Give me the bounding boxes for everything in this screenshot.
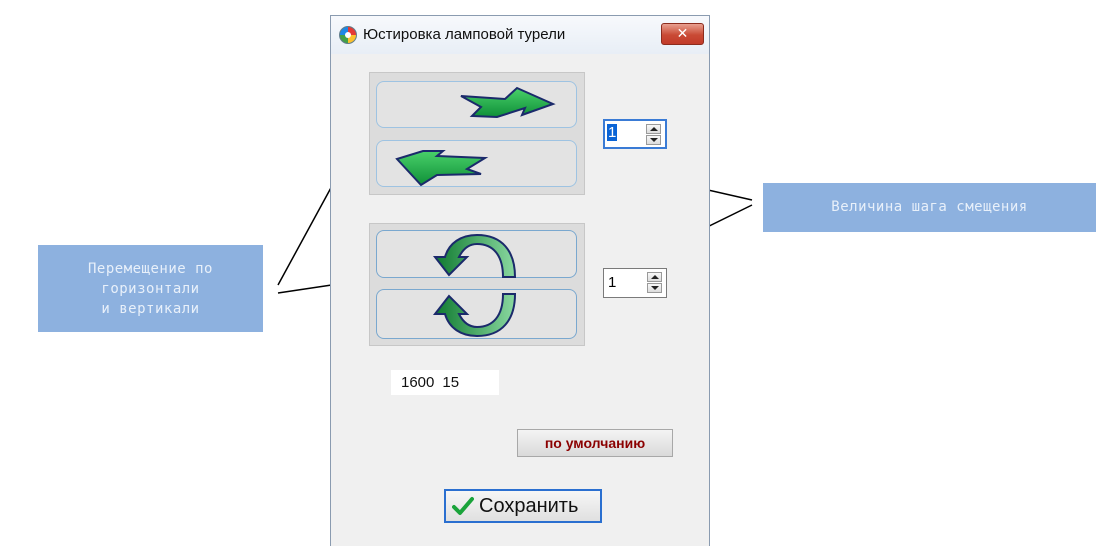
callout-move-line-1: Перемещение по bbox=[87, 261, 213, 277]
rotate-step-value[interactable]: 1 bbox=[608, 274, 616, 291]
dialog-window: Юстировка ламповой турели ✕ 1 1 1600 15 … bbox=[330, 15, 710, 546]
spinner-up-icon[interactable] bbox=[647, 272, 662, 282]
position-readout: 1600 15 bbox=[391, 370, 499, 395]
readout-value-a: 1600 bbox=[401, 374, 435, 391]
checkmark-icon bbox=[452, 497, 474, 515]
arrow-up-right-icon bbox=[460, 86, 556, 119]
save-button[interactable]: Сохранить bbox=[444, 489, 602, 523]
save-label: Сохранить bbox=[479, 495, 579, 517]
title-bar[interactable]: Юстировка ламповой турели ✕ bbox=[331, 16, 709, 54]
window-title: Юстировка ламповой турели bbox=[363, 26, 566, 43]
move-group bbox=[369, 72, 585, 195]
arrow-down-left-icon bbox=[395, 150, 489, 187]
rotate-up-icon bbox=[432, 293, 517, 338]
rotate-clockwise-button[interactable] bbox=[376, 230, 577, 278]
rotate-counterclockwise-button[interactable] bbox=[376, 289, 577, 339]
callout-move: Перемещение по горизонтали и вертикали bbox=[38, 245, 263, 332]
spinner-arrows[interactable] bbox=[646, 124, 661, 146]
rotate-group bbox=[369, 223, 585, 346]
spinner-up-icon[interactable] bbox=[646, 124, 661, 134]
rotate-step-spinner[interactable]: 1 bbox=[603, 268, 667, 298]
move-forward-button[interactable] bbox=[376, 81, 577, 128]
default-button[interactable]: по умолчанию bbox=[517, 429, 673, 457]
rotate-down-icon bbox=[432, 233, 517, 278]
callout-move-line-3: и вертикали bbox=[101, 301, 200, 317]
callout-move-line-2: горизонтали bbox=[101, 281, 200, 297]
spinner-arrows[interactable] bbox=[647, 272, 662, 294]
spinner-down-icon[interactable] bbox=[647, 283, 662, 293]
move-back-button[interactable] bbox=[376, 140, 577, 187]
move-step-value[interactable]: 1 bbox=[607, 124, 618, 141]
app-icon bbox=[339, 26, 357, 44]
callout-step-text: Величина шага смещения bbox=[831, 199, 1028, 215]
callout-step: Величина шага смещения bbox=[763, 183, 1096, 232]
move-step-spinner[interactable]: 1 bbox=[603, 119, 667, 149]
close-button[interactable]: ✕ bbox=[661, 23, 704, 45]
spinner-down-icon[interactable] bbox=[646, 135, 661, 145]
readout-value-b: 15 bbox=[442, 374, 460, 391]
